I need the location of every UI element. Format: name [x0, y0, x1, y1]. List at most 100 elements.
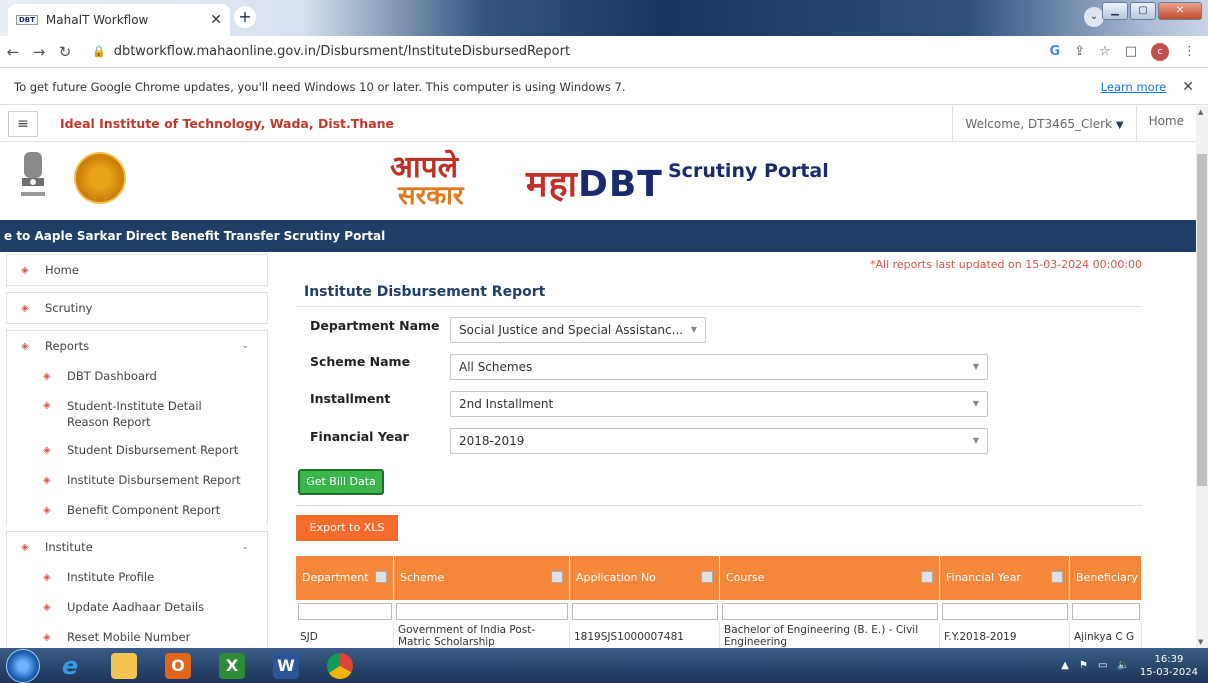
- profile-avatar[interactable]: c: [1151, 42, 1169, 61]
- filter-icon[interactable]: [375, 571, 387, 583]
- table-cell: F.Y.2018-2019: [940, 622, 1070, 650]
- filter-icon[interactable]: [701, 571, 713, 583]
- back-icon[interactable]: ←: [0, 43, 26, 61]
- export-xls-button[interactable]: Export to XLS: [296, 515, 398, 541]
- aaple-sarkar-logo: आपले सरकार: [390, 153, 464, 211]
- financial-year-select[interactable]: 2018-2019 ▼: [450, 428, 988, 454]
- department-select[interactable]: Social Justice and Special Assistanc... …: [450, 317, 706, 343]
- sidebar-item-label: Reset Mobile Number: [67, 630, 191, 644]
- sidebar-item-institute-profile[interactable]: ◈ Institute Profile: [7, 562, 267, 592]
- reload-icon[interactable]: ↻: [52, 43, 78, 61]
- taskbar-word[interactable]: W: [262, 650, 310, 682]
- sidebar-item-label: DBT Dashboard: [67, 369, 157, 383]
- filter-input-scheme[interactable]: [396, 603, 568, 620]
- google-lens-icon[interactable]: G: [1049, 44, 1060, 59]
- infobar-close-icon[interactable]: ✕: [1182, 79, 1194, 95]
- url-field[interactable]: 🔒 dbtworkflow.mahaonline.gov.in/Disbursm…: [92, 44, 1049, 59]
- filter-input-financial-year[interactable]: [942, 603, 1068, 620]
- portal-title: Scrutiny Portal: [668, 160, 829, 182]
- taskbar-ie[interactable]: e: [46, 650, 94, 682]
- filter-icon[interactable]: [551, 571, 563, 583]
- lock-icon[interactable]: 🔒: [92, 45, 106, 58]
- sidebar-item-label: Benefit Component Report: [67, 503, 221, 517]
- filter-input-course[interactable]: [722, 603, 938, 620]
- sidebar-item-reports[interactable]: ◈ Reports ⌄: [7, 331, 267, 361]
- sidebar-item-dbt-dashboard[interactable]: ◈ DBT Dashboard: [7, 361, 267, 391]
- filter-row: [296, 600, 1142, 622]
- get-bill-data-button[interactable]: Get Bill Data: [298, 469, 384, 495]
- sidebar-item-reset-mobile-number[interactable]: ◈ Reset Mobile Number: [7, 622, 267, 648]
- clock[interactable]: 16:39 15-03-2024: [1140, 653, 1198, 679]
- welcome-text: Welcome, DT3465_Clerk: [965, 116, 1113, 131]
- filter-icon[interactable]: [921, 571, 933, 583]
- sidebar-item-update-aadhaar-details[interactable]: ◈ Update Aadhaar Details: [7, 592, 267, 622]
- column-header[interactable]: Financial Year: [940, 556, 1070, 600]
- column-header[interactable]: Application No: [570, 556, 720, 600]
- new-tab-button[interactable]: +: [234, 6, 256, 28]
- chevron-down-icon: ▼: [1115, 119, 1124, 131]
- scroll-up-icon[interactable]: ▲: [1198, 108, 1203, 116]
- column-header[interactable]: Course: [720, 556, 940, 600]
- close-window-button[interactable]: ✕: [1158, 2, 1202, 20]
- home-link[interactable]: Home: [1135, 105, 1196, 142]
- side-panel-icon[interactable]: □: [1125, 44, 1137, 59]
- taskbar-excel[interactable]: X: [208, 650, 256, 682]
- scheme-selected: All Schemes: [459, 360, 533, 374]
- share-icon[interactable]: ⇪: [1074, 44, 1085, 59]
- sidebar-item-institute[interactable]: ◈ Institute ⌄: [7, 532, 267, 562]
- learn-more-link[interactable]: Learn more: [1101, 80, 1167, 94]
- installment-select[interactable]: 2nd Installment ▼: [450, 391, 988, 417]
- vertical-scrollbar[interactable]: ▲ ▼: [1196, 106, 1208, 648]
- scheme-select[interactable]: All Schemes ▼: [450, 354, 988, 380]
- url-text: dbtworkflow.mahaonline.gov.in/Disbursmen…: [113, 44, 571, 59]
- minimize-button[interactable]: ▁: [1102, 2, 1128, 20]
- sidebar-item-student-disbursement-report[interactable]: ◈ Student Disbursement Report: [7, 435, 267, 465]
- sidebar-item-label: Reports: [45, 339, 90, 353]
- link-icon: ◈: [21, 340, 29, 352]
- sidebar-item-scrutiny[interactable]: ◈ Scrutiny: [7, 293, 267, 323]
- sidebar-item-label: Student-Institute Detail Reason Report: [67, 399, 202, 429]
- tab-search-icon[interactable]: ⌄: [1084, 7, 1104, 27]
- scrollbar-thumb[interactable]: [1197, 154, 1207, 486]
- column-header-label: Scheme: [400, 571, 445, 584]
- sidebar-item-student-institute-detail-reason-report[interactable]: ◈ Student-Institute Detail Reason Report: [7, 391, 267, 435]
- filter-input-beneficiary[interactable]: [1072, 603, 1140, 620]
- taskbar-outlook[interactable]: O: [154, 650, 202, 682]
- sidebar-item-label: Institute Profile: [67, 570, 155, 584]
- chevron-down-icon: ▼: [690, 325, 697, 334]
- maharashtra-seal-icon: [74, 152, 126, 204]
- tab-close-icon[interactable]: ✕: [210, 12, 222, 28]
- column-header-label: Course: [726, 571, 765, 584]
- link-icon: ◈: [43, 444, 51, 456]
- column-header[interactable]: Department: [296, 556, 394, 600]
- tab-title: MahaIT Workflow: [45, 13, 149, 27]
- table-row[interactable]: SJD Government of India Post-Matric Scho…: [296, 622, 1142, 650]
- bookmark-star-icon[interactable]: ☆: [1099, 44, 1111, 59]
- browser-tab-strip: DBT MahaIT Workflow ✕ + ⌄ ▁ ▢ ✕: [0, 0, 1208, 36]
- filter-input-application-no[interactable]: [572, 603, 718, 620]
- filter-input-department[interactable]: [298, 603, 392, 620]
- scroll-down-icon[interactable]: ▼: [1198, 638, 1203, 646]
- taskbar-explorer[interactable]: [100, 650, 148, 682]
- user-menu[interactable]: Welcome, DT3465_Clerk ▼: [952, 105, 1135, 142]
- tray-expand-icon[interactable]: ▲: [1061, 660, 1069, 671]
- menu-kebab-icon[interactable]: ⋮: [1183, 44, 1196, 59]
- table-cell: Government of India Post-Matric Scholars…: [394, 622, 570, 650]
- link-icon: ◈: [43, 504, 51, 516]
- sidebar-item-home[interactable]: ◈ Home: [7, 255, 267, 285]
- flag-icon[interactable]: ⚑: [1079, 660, 1088, 671]
- forward-icon[interactable]: →: [26, 43, 52, 61]
- start-button[interactable]: [6, 648, 40, 683]
- hamburger-menu-icon[interactable]: ≡: [8, 110, 38, 137]
- taskbar-chrome[interactable]: [316, 650, 364, 682]
- column-header[interactable]: Beneficiary: [1070, 556, 1142, 600]
- sidebar-item-institute-disbursement-report[interactable]: ◈ Institute Disbursement Report: [7, 465, 267, 495]
- sidebar-item-benefit-component-report[interactable]: ◈ Benefit Component Report: [7, 495, 267, 525]
- volume-muted-icon[interactable]: 🔈: [1117, 660, 1129, 671]
- network-icon[interactable]: ▭: [1098, 660, 1107, 671]
- maximize-button[interactable]: ▢: [1130, 2, 1156, 20]
- column-header[interactable]: Scheme: [394, 556, 570, 600]
- filter-icon[interactable]: [1051, 571, 1063, 583]
- browser-tab[interactable]: DBT MahaIT Workflow ✕: [8, 4, 230, 36]
- table-cell: 1819SJS1000007481: [570, 622, 720, 650]
